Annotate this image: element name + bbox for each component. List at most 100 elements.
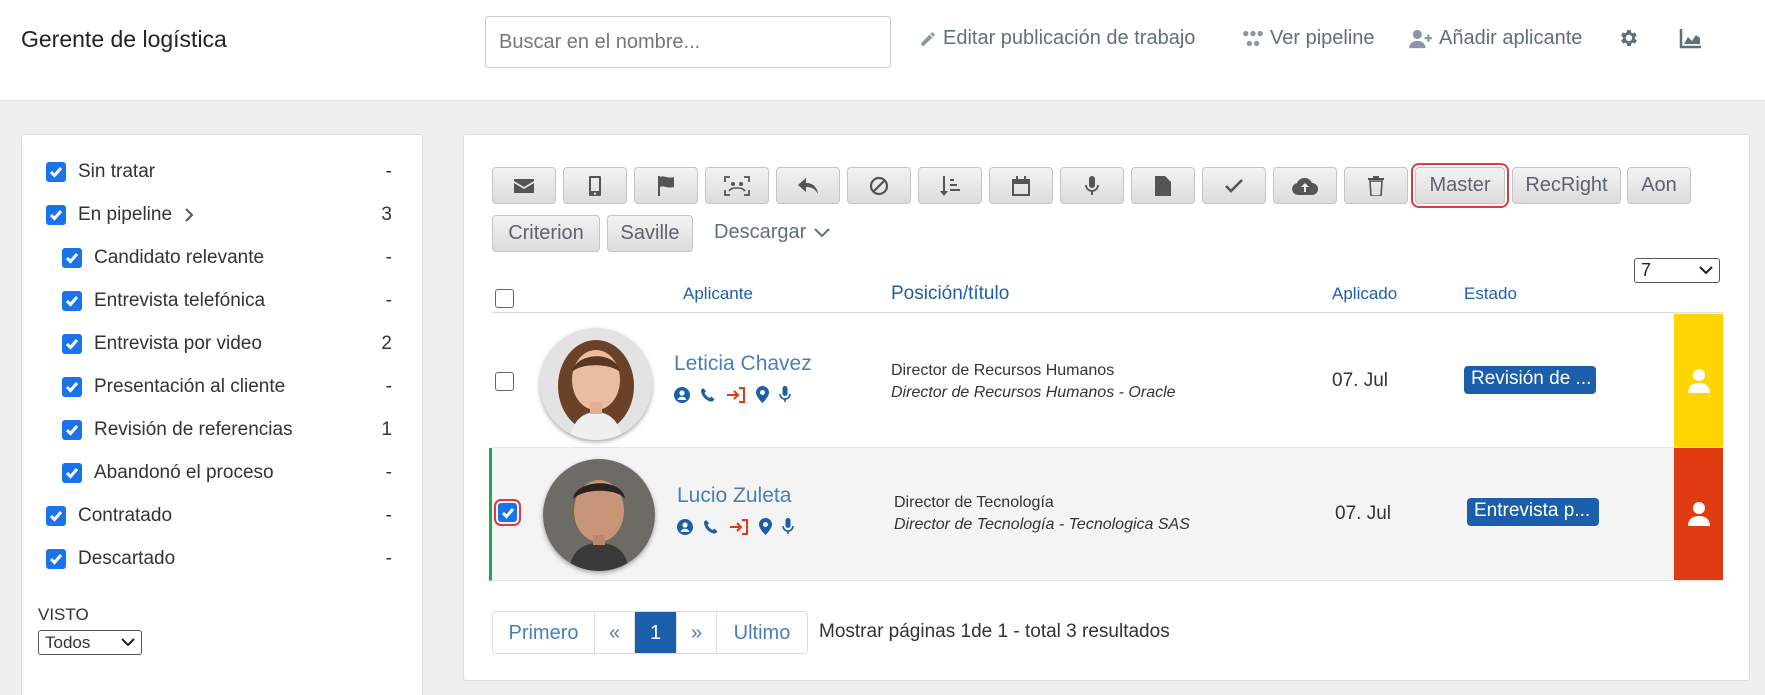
recright-button[interactable]: RecRight [1512,167,1621,204]
phone-icon[interactable] [703,519,719,535]
aon-button[interactable]: Aon [1627,167,1691,204]
microphone-icon[interactable] [779,386,791,403]
edit-job-post-link[interactable]: Editar publicación de trabajo [919,27,1195,50]
reply-button[interactable] [776,167,840,204]
document-button[interactable] [1131,167,1195,204]
pagination-info: Mostrar páginas 1de 1 - total 3 resultad… [819,621,1170,642]
view-pipeline-link[interactable]: Ver pipeline [1242,27,1375,50]
status-badge[interactable]: Entrevista p... [1467,498,1599,526]
pipeline-icon [1243,30,1263,46]
checkbox-checked[interactable] [62,291,82,311]
page-first[interactable]: Primero [493,612,595,653]
gear-icon [1621,30,1637,46]
avatar [543,459,655,571]
add-applicant-link[interactable]: Añadir aplicante [1409,27,1582,50]
filter-item-candidato-relevante[interactable]: Candidato relevante - [62,243,416,273]
master-button[interactable]: Master [1411,163,1509,208]
checkbox-checked[interactable] [62,334,82,354]
checkbox-checked[interactable] [46,205,66,225]
sign-in-icon[interactable] [729,518,749,535]
top-header: Gerente de logística Editar publicación … [0,0,1765,101]
col-applicant[interactable]: Aplicante [683,284,753,304]
checkbox-checked[interactable] [62,420,82,440]
chevron-right-icon[interactable] [184,207,194,223]
pencil-icon [921,31,935,46]
filter-item-sin-tratar[interactable]: Sin tratar - [46,157,416,187]
phone-icon[interactable] [700,387,716,403]
search-input[interactable] [485,16,891,68]
rating-bar[interactable] [1674,448,1723,580]
visto-label: VISTO [38,605,89,624]
analytics-button[interactable] [1679,27,1703,54]
checkbox-checked[interactable] [46,549,66,569]
filter-item-revision-referencias[interactable]: Revisión de referencias 1 [62,415,416,445]
download-dropdown[interactable]: Descargar [714,221,830,244]
approve-button[interactable] [1202,167,1266,204]
user-icon [1687,502,1710,526]
block-button[interactable] [847,167,911,204]
applied-date: 07. Jul [1332,370,1388,391]
status-badge[interactable]: Revisión de ... [1464,366,1596,394]
calendar-button[interactable] [989,167,1053,204]
user-circle-icon[interactable] [674,386,690,403]
area-chart-icon [1679,29,1701,49]
col-status[interactable]: Estado [1464,284,1517,304]
settings-button[interactable] [1617,27,1639,54]
flag-icon [658,175,674,196]
user-icon [1687,368,1710,393]
col-applied[interactable]: Aplicado [1332,284,1397,304]
page-next[interactable]: » [677,612,717,653]
checkbox-checked[interactable] [62,248,82,268]
applicant-name-link[interactable]: Lucio Zuleta [677,484,791,508]
row-checkbox-checked[interactable] [494,499,521,526]
position-subtitle: Director de Recursos Humanos - Oracle [891,384,1176,401]
checkbox-checked[interactable] [62,377,82,397]
contact-icons [677,518,794,535]
face-scan-icon [724,175,750,196]
table-row[interactable]: Leticia Chavez Director de Recursos Huma… [492,314,1723,448]
map-marker-icon[interactable] [759,518,772,535]
checkbox-checked[interactable] [46,506,66,526]
sms-button[interactable] [563,167,627,204]
check-icon [1225,178,1243,193]
filter-item-contratado[interactable]: Contratado - [46,501,416,531]
audio-button[interactable] [1060,167,1124,204]
sign-in-icon[interactable] [726,386,746,403]
microphone-icon[interactable] [782,518,794,535]
map-marker-icon[interactable] [756,386,769,403]
filter-item-abandono-proceso[interactable]: Abandonó el proceso - [62,458,416,488]
table-row-selected[interactable]: Lucio Zuleta Director de Tecnología Dire… [489,448,1723,581]
upload-button[interactable] [1273,167,1337,204]
user-circle-icon[interactable] [677,518,693,535]
filter-item-entrevista-por-video[interactable]: Entrevista por video 2 [62,329,416,359]
email-button[interactable] [492,167,556,204]
table-header: Aplicante Posición/título Aplicado Estad… [492,280,1723,313]
visto-select[interactable]: Todos [38,630,142,655]
flag-button[interactable] [634,167,698,204]
rating-bar[interactable] [1674,314,1723,447]
applicant-name-link[interactable]: Leticia Chavez [674,352,812,376]
criterion-button[interactable]: Criterion [492,215,600,252]
checkbox-checked[interactable] [62,463,82,483]
filter-item-entrevista-telefonica[interactable]: Entrevista telefónica - [62,286,416,316]
page-current[interactable]: 1 [635,612,677,653]
select-all-checkbox[interactable] [495,289,514,308]
filter-item-descartado[interactable]: Descartado - [46,544,416,574]
filter-item-presentacion-cliente[interactable]: Presentación al cliente - [62,372,416,402]
delete-button[interactable] [1344,167,1408,204]
checkbox-checked[interactable] [46,162,66,182]
chevron-down-icon [121,638,135,647]
row-checkbox[interactable] [495,372,514,391]
filter-item-en-pipeline[interactable]: En pipeline 3 [46,200,416,230]
page-last[interactable]: Ultimo [717,612,807,653]
user-plus-icon [1409,29,1432,48]
sort-button[interactable] [918,167,982,204]
microphone-icon [1085,175,1099,195]
page-prev[interactable]: « [595,612,635,653]
col-position[interactable]: Posición/título [891,283,1009,305]
sort-icon [940,175,960,196]
status-filter-sidebar: Sin tratar - En pipeline 3 Candidato rel… [21,134,423,695]
saville-button[interactable]: Saville [607,215,693,252]
face-scan-button[interactable] [705,167,769,204]
position-title: Director de Tecnología [894,494,1054,511]
